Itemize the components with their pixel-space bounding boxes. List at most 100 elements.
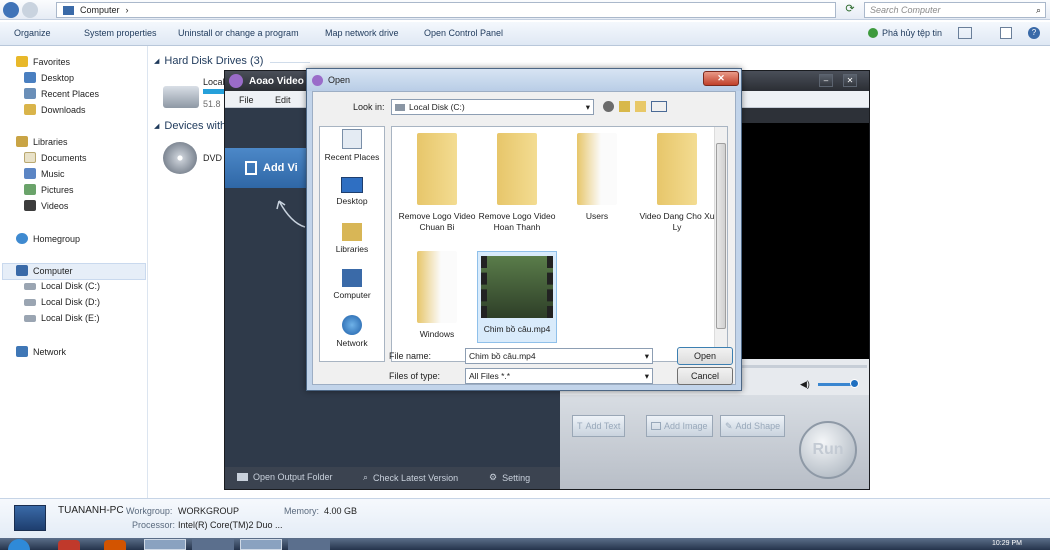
nav-desktop[interactable]: Desktop bbox=[24, 72, 74, 83]
computer-large-icon bbox=[14, 505, 46, 531]
clock[interactable]: 10:29 PM bbox=[992, 540, 1022, 547]
help-icon[interactable]: ? bbox=[1028, 27, 1040, 39]
files-of-type-select[interactable]: All Files *.* ▾ bbox=[465, 368, 653, 384]
look-in-value: Local Disk (C:) bbox=[409, 102, 465, 112]
nav-pictures[interactable]: Pictures bbox=[24, 184, 74, 195]
libraries-icon bbox=[342, 223, 362, 241]
drive-local-label[interactable]: Local bbox=[203, 77, 225, 87]
nav-music[interactable]: Music bbox=[24, 168, 65, 179]
taskbar: 10:29 PM bbox=[0, 538, 1050, 550]
folder-icon bbox=[497, 133, 537, 205]
file-name-input[interactable]: Chim bồ câu.mp4 ▾ bbox=[465, 348, 653, 364]
nav-favorites[interactable]: Favorites bbox=[16, 56, 70, 67]
start-button[interactable] bbox=[8, 539, 30, 550]
view-options-icon[interactable] bbox=[958, 27, 972, 39]
menu-edit[interactable]: Edit bbox=[275, 95, 291, 105]
check-latest-version-button[interactable]: ⌕ Check Latest Version bbox=[363, 472, 458, 483]
folder-item[interactable]: Remove Logo Video Chuan Bi bbox=[397, 133, 477, 233]
open-output-folder-button[interactable]: Open Output Folder bbox=[237, 472, 333, 482]
place-desktop[interactable]: Desktop bbox=[320, 177, 384, 206]
uninstall-program-button[interactable]: Uninstall or change a program bbox=[178, 28, 299, 38]
menu-file[interactable]: File bbox=[239, 95, 254, 105]
taskbar-button[interactable] bbox=[104, 540, 126, 550]
add-shape-button[interactable]: ✎ Add Shape bbox=[720, 415, 786, 437]
volume-slider[interactable] bbox=[818, 383, 854, 386]
taskbar-button[interactable] bbox=[288, 539, 330, 550]
add-video-button[interactable]: Add Vi bbox=[225, 148, 315, 188]
address-path: Computer bbox=[80, 5, 120, 15]
refresh-button[interactable]: ⟳ bbox=[842, 2, 858, 18]
organize-button[interactable]: Organize bbox=[14, 28, 51, 38]
volume-icon[interactable]: ◀) bbox=[800, 379, 810, 390]
system-properties-button[interactable]: System properties bbox=[84, 28, 157, 38]
command-toolbar: Organize System properties Uninstall or … bbox=[0, 22, 1050, 46]
add-shape-label: Add Shape bbox=[735, 421, 781, 431]
taskbar-button[interactable] bbox=[58, 540, 80, 550]
nav-local-disk-d[interactable]: Local Disk (D:) bbox=[24, 297, 100, 307]
shred-files-button[interactable]: Phá hủy tệp tin bbox=[868, 28, 942, 38]
nav-documents[interactable]: Documents bbox=[24, 152, 87, 163]
hard-disk-group-header[interactable]: ◢ Hard Disk Drives (3) bbox=[154, 55, 263, 67]
nav-local-disk-c[interactable]: Local Disk (C:) bbox=[24, 281, 100, 291]
folder-item[interactable]: Remove Logo Video Hoan Thanh bbox=[477, 133, 557, 233]
nav-homegroup[interactable]: Homegroup bbox=[16, 233, 80, 244]
volume-slider-handle[interactable] bbox=[850, 379, 859, 388]
nav-local-disk-e[interactable]: Local Disk (E:) bbox=[24, 313, 100, 323]
add-text-button[interactable]: T Add Text bbox=[572, 415, 626, 437]
add-image-button[interactable]: Add Image bbox=[646, 415, 713, 437]
drive-local-size: 51.8 bbox=[203, 99, 221, 109]
place-recent-places[interactable]: Recent Places bbox=[320, 129, 384, 162]
run-button[interactable]: Run bbox=[799, 421, 857, 479]
nav-libraries[interactable]: Libraries bbox=[16, 136, 68, 147]
dvd-drive-icon[interactable] bbox=[163, 142, 197, 174]
nav-downloads[interactable]: Downloads bbox=[24, 104, 86, 115]
setting-button[interactable]: ⚙ Setting bbox=[489, 472, 530, 483]
forward-button[interactable] bbox=[22, 2, 38, 18]
up-folder-icon[interactable] bbox=[619, 101, 630, 112]
place-network[interactable]: Network bbox=[320, 315, 384, 348]
app-minimize-button[interactable]: – bbox=[819, 74, 833, 87]
place-computer[interactable]: Computer bbox=[320, 269, 384, 300]
cancel-button[interactable]: Cancel bbox=[677, 367, 733, 385]
desktop-icon bbox=[24, 72, 36, 83]
map-network-drive-button[interactable]: Map network drive bbox=[325, 28, 399, 38]
setting-label: Setting bbox=[502, 472, 531, 483]
folder-item[interactable]: Video Dang Cho Xu Ly bbox=[637, 133, 717, 233]
folder-item[interactable]: Users bbox=[557, 133, 637, 222]
taskbar-button[interactable] bbox=[192, 539, 234, 550]
video-file-item[interactable]: Chim bồ câu.mp4 bbox=[477, 251, 557, 343]
folder-item[interactable]: Windows bbox=[397, 251, 477, 340]
drive-icon bbox=[24, 298, 36, 306]
devices-group-header[interactable]: ◢ Devices with bbox=[154, 120, 226, 132]
dropdown-arrow-icon: ▾ bbox=[585, 101, 590, 112]
nav-network[interactable]: Network bbox=[16, 346, 66, 357]
taskbar-button[interactable] bbox=[240, 539, 282, 550]
taskbar-button[interactable] bbox=[144, 539, 186, 550]
folder-label: Remove Logo Video Chuan Bi bbox=[398, 211, 476, 232]
look-in-select[interactable]: Local Disk (C:) ▾ bbox=[391, 99, 594, 115]
address-field[interactable]: Computer › bbox=[56, 2, 836, 18]
open-control-panel-button[interactable]: Open Control Panel bbox=[424, 28, 503, 38]
pictures-icon bbox=[24, 184, 36, 195]
app-close-button[interactable]: ✕ bbox=[843, 74, 857, 87]
gear-icon: ⚙ bbox=[489, 472, 498, 482]
nav-videos[interactable]: Videos bbox=[24, 200, 68, 211]
nav-recent-places[interactable]: Recent Places bbox=[24, 88, 99, 99]
place-libraries[interactable]: Libraries bbox=[320, 223, 384, 254]
dialog-close-button[interactable]: ✕ bbox=[703, 71, 739, 86]
drive-dvd-label[interactable]: DVD bbox=[203, 153, 222, 163]
file-list-scrollbar[interactable] bbox=[714, 127, 727, 361]
view-menu-icon[interactable] bbox=[651, 101, 667, 112]
drive-icon[interactable] bbox=[163, 86, 199, 108]
nav-computer[interactable]: Computer bbox=[16, 265, 73, 276]
nav-label: Local Disk (E:) bbox=[41, 313, 100, 323]
music-icon bbox=[24, 168, 36, 179]
back-icon[interactable] bbox=[603, 101, 614, 112]
preview-pane-icon[interactable] bbox=[1000, 27, 1012, 39]
scrollbar-thumb[interactable] bbox=[716, 143, 726, 329]
folder-label: Users bbox=[585, 211, 609, 221]
back-button[interactable] bbox=[3, 2, 19, 18]
open-button[interactable]: Open bbox=[677, 347, 733, 365]
search-input[interactable]: Search Computer ⌕ bbox=[864, 2, 1046, 18]
new-folder-icon[interactable] bbox=[635, 101, 646, 112]
